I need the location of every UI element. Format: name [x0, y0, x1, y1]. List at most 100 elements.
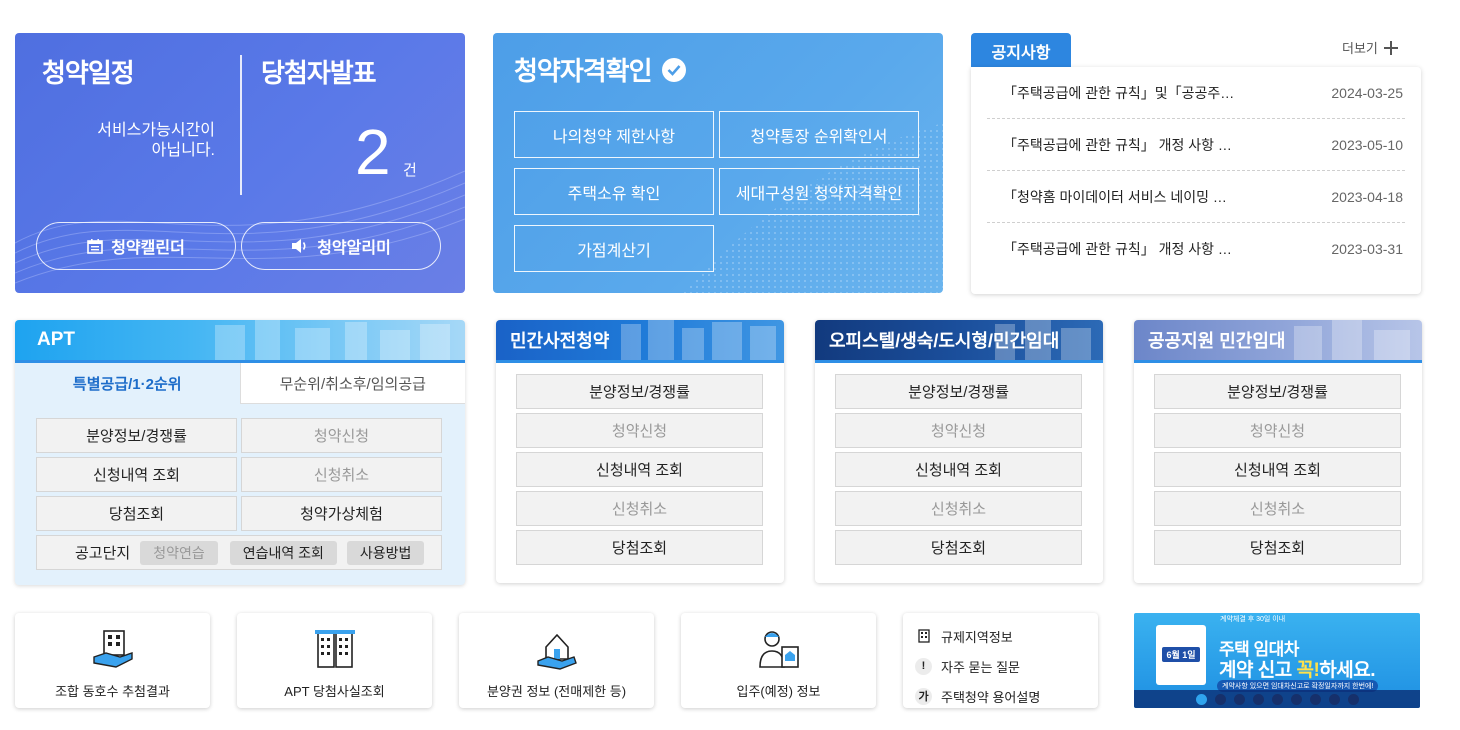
sale-info-button[interactable]: 분양정보/경쟁률	[516, 374, 763, 409]
notice-tab[interactable]: 공지사항	[971, 33, 1071, 68]
pagination-dot[interactable]	[1271, 693, 1283, 705]
building-hand-icon	[92, 630, 133, 668]
winner-count[interactable]: 2	[355, 117, 391, 187]
sale-info-button[interactable]: 분양정보/경쟁률	[1154, 374, 1401, 409]
apt-apply-button[interactable]: 청약신청	[241, 418, 442, 453]
cancel-button[interactable]: 신청취소	[835, 491, 1082, 526]
building-decoration	[215, 320, 450, 360]
regulation-area-link[interactable]: 규제지역정보	[915, 621, 1098, 651]
apt-history-button[interactable]: 신청내역 조회	[36, 457, 237, 492]
panel-title: 공공지원 민간임대	[1148, 331, 1286, 351]
point-calculator-button[interactable]: 가점계산기	[514, 225, 714, 272]
calendar-button[interactable]: 청약캘린더	[36, 222, 236, 270]
pre-subscription-header: 민간사전청약	[496, 320, 784, 363]
faq-link[interactable]: ! 자주 묻는 질문	[915, 651, 1098, 681]
apartment-icon	[314, 630, 355, 668]
notice-title: 「주택공급에 관한 규칙」 개정 사항 …	[1003, 136, 1232, 153]
message-line-2: 아닙니다.	[151, 142, 215, 159]
tab-special-supply[interactable]: 특별공급/1·2순위	[15, 363, 240, 404]
pagination-dot[interactable]	[1328, 693, 1340, 705]
winner-title[interactable]: 당첨자발표	[261, 53, 377, 90]
pagination-dot[interactable]	[1290, 693, 1302, 705]
result-button[interactable]: 당첨조회	[835, 530, 1082, 565]
pagination-dot[interactable]	[1347, 693, 1359, 705]
banner-line-2: 계약 신고 꼭!하세요.	[1219, 660, 1376, 681]
winner-unit: 건	[403, 162, 417, 179]
panel-title: 오피스텔/생숙/도시형/민간임대	[829, 331, 1060, 351]
notice-more-link[interactable]: 더보기	[1342, 38, 1398, 57]
apt-cancel-button[interactable]: 신청취소	[241, 457, 442, 492]
notice-title: 「주택공급에 관한 규칙」및「공공주…	[1003, 84, 1235, 101]
apply-button[interactable]: 청약신청	[1154, 413, 1401, 448]
result-button[interactable]: 당첨조회	[1154, 530, 1401, 565]
card-label: APT 당첨사실조회	[284, 684, 385, 699]
cancel-button[interactable]: 신청취소	[516, 491, 763, 526]
tab-unranked-supply[interactable]: 무순위/취소후/임의공급	[239, 363, 465, 404]
pagination-dot[interactable]	[1233, 693, 1245, 705]
public-rental-panel: 공공지원 민간임대 분양정보/경쟁률 청약신청 신청내역 조회 신청취소 당첨조…	[1134, 320, 1422, 583]
hangul-ga-icon: 가	[915, 687, 932, 705]
apt-sale-info-button[interactable]: 분양정보/경쟁률	[36, 418, 237, 453]
apt-simulation-button[interactable]: 청약가상체험	[241, 496, 442, 531]
message-line-1: 서비스가능시간이	[97, 122, 215, 139]
building-decoration	[621, 320, 776, 360]
apt-practice-label: 공고단지	[75, 545, 131, 562]
move-in-info-card[interactable]: 입주(예정) 정보	[681, 613, 876, 708]
notice-title: 「주택공급에 관한 규칙」 개정 사항 …	[1003, 241, 1232, 257]
cancel-button[interactable]: 신청취소	[1154, 491, 1401, 526]
officetel-panel: 오피스텔/생숙/도시형/민간임대 분양정보/경쟁률 청약신청 신청내역 조회 신…	[815, 320, 1103, 583]
banner-date: 6월 1일	[1162, 647, 1200, 662]
list-item[interactable]: 「주택공급에 관한 규칙」및「공공주… 2024-03-25	[987, 67, 1405, 119]
presale-right-card[interactable]: 분양권 정보 (전매제한 등)	[459, 613, 654, 708]
history-button[interactable]: 신청내역 조회	[1154, 452, 1401, 487]
apt-win-check-card[interactable]: APT 당첨사실조회	[237, 613, 432, 708]
exclamation-icon: !	[915, 657, 932, 675]
service-unavailable-message: 서비스가능시간이 아닙니다.	[85, 121, 215, 161]
apt-panel-header: APT	[15, 320, 465, 363]
history-button[interactable]: 신청내역 조회	[516, 452, 763, 487]
building-decoration	[1294, 320, 1410, 360]
union-lottery-card[interactable]: 조합 동호수 추첨결과	[15, 613, 210, 708]
household-qualification-button[interactable]: 세대구성원 청약자격확인	[719, 168, 919, 215]
list-item[interactable]: 「주택공급에 관한 규칙」 개정 사항 … 2023-03-31	[987, 223, 1405, 275]
practice-button[interactable]: 청약연습	[140, 540, 218, 565]
card-label: 분양권 정보 (전매제한 등)	[486, 684, 627, 699]
apt-result-button[interactable]: 당첨조회	[36, 496, 237, 531]
panel-title: 민간사전청약	[510, 331, 610, 351]
check-circle-icon	[661, 57, 686, 82]
calendar-label: 청약캘린더	[111, 240, 185, 257]
apply-button[interactable]: 청약신청	[516, 413, 763, 448]
result-button[interactable]: 당첨조회	[516, 530, 763, 565]
link-label: 주택청약 용어설명	[941, 689, 1041, 705]
sale-info-button[interactable]: 분양정보/경쟁률	[835, 374, 1082, 409]
apply-button[interactable]: 청약신청	[835, 413, 1082, 448]
account-rank-button[interactable]: 청약통장 순위확인서	[719, 111, 919, 158]
alarm-label: 청약알리미	[317, 240, 391, 257]
how-to-use-button[interactable]: 사용방법	[346, 540, 425, 565]
rental-report-banner[interactable]: 6월 1일 계약체결 후 30일 이내 주택 임대차 계약 신고 꼭!하세요. …	[1134, 613, 1420, 708]
notice-date: 2023-04-18	[1331, 188, 1403, 205]
pagination-dot[interactable]	[1252, 693, 1264, 705]
notice-date: 2024-03-25	[1331, 84, 1403, 101]
glossary-link[interactable]: 가 주택청약 용어설명	[915, 681, 1098, 711]
notice-title: 「청약홈 마이데이터 서비스 네이밍 …	[1003, 188, 1227, 205]
card-label: 입주(예정) 정보	[736, 684, 821, 699]
officetel-header: 오피스텔/생숙/도시형/민간임대	[815, 320, 1103, 363]
practice-history-button[interactable]: 연습내역 조회	[229, 540, 337, 565]
apt-panel: APT 특별공급/1·2순위 무순위/취소후/임의공급 분양정보/경쟁률 청약신…	[15, 320, 465, 585]
my-restriction-button[interactable]: 나의청약 제한사항	[514, 111, 714, 158]
list-item[interactable]: 「주택공급에 관한 규칙」 개정 사항 … 2023-05-10	[987, 119, 1405, 171]
alarm-button[interactable]: 청약알리미	[241, 222, 441, 270]
plus-icon	[1383, 40, 1398, 55]
person-house-icon	[758, 631, 799, 668]
apt-tabs: 특별공급/1·2순위 무순위/취소후/임의공급	[15, 363, 465, 404]
list-item[interactable]: 「청약홈 마이데이터 서비스 네이밍 … 2023-04-18	[987, 171, 1405, 223]
history-button[interactable]: 신청내역 조회	[835, 452, 1082, 487]
pagination-dot[interactable]	[1195, 693, 1207, 705]
qualification-title-text: 청약자격확인	[514, 56, 653, 86]
pagination-dot[interactable]	[1214, 693, 1226, 705]
card-label: 조합 동호수 추첨결과	[55, 684, 170, 699]
schedule-title[interactable]: 청약일정	[42, 53, 135, 90]
pagination-dot[interactable]	[1309, 693, 1321, 705]
house-ownership-button[interactable]: 주택소유 확인	[514, 168, 714, 215]
